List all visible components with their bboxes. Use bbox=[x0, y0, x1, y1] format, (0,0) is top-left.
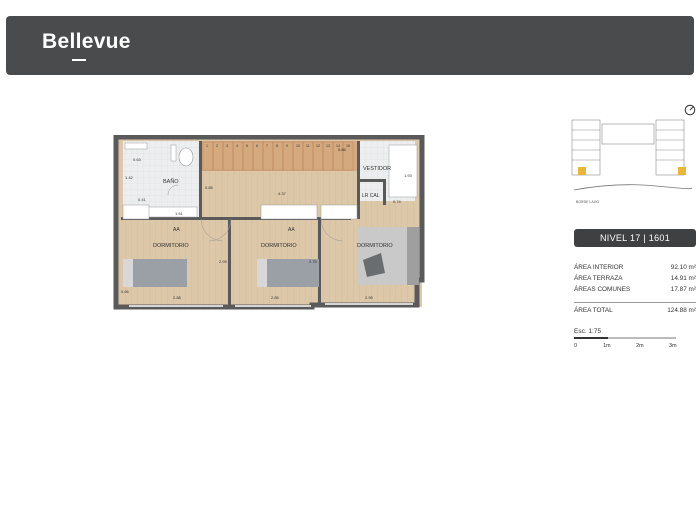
dim-d13: 0.66 bbox=[121, 289, 130, 294]
stair-step-number: 6 bbox=[256, 144, 258, 148]
stair-step-number: 10 bbox=[296, 144, 300, 148]
dim-d10: 2.88 bbox=[173, 295, 182, 300]
dim-d1: 0.63 bbox=[133, 157, 142, 162]
dim-d8: 1.93 bbox=[404, 173, 413, 178]
area-row: ÁREA INTERIOR 92.10 m² bbox=[574, 262, 696, 273]
dim-d15: 2.75 bbox=[309, 259, 318, 264]
label-vestibule: VESTIDOR bbox=[363, 166, 391, 172]
area-row: ÁREA TERRAZA 14.91 m² bbox=[574, 273, 696, 284]
dim-d14: 2.99 bbox=[219, 259, 228, 264]
bed-1 bbox=[123, 259, 187, 287]
label-ac-1: AA bbox=[173, 227, 180, 233]
scale-bar: Esc. 1:75 0 1m 2m 3m bbox=[574, 328, 696, 351]
stair-step-number: 13 bbox=[326, 144, 330, 148]
dim-d4: 1.51 bbox=[175, 211, 184, 216]
scale-tick: 2m bbox=[636, 343, 644, 349]
stair-step-number: 9 bbox=[286, 144, 288, 148]
total-label: ÁREA TOTAL bbox=[574, 307, 613, 314]
stair-step-number: 3 bbox=[226, 144, 228, 148]
dim-d6: 4.37 bbox=[278, 191, 287, 196]
areas-table: ÁREA INTERIOR 92.10 m² ÁREA TERRAZA 14.9… bbox=[574, 262, 696, 316]
label-bed-1: DORMITORIO bbox=[153, 243, 189, 249]
area-value: 17.87 m² bbox=[670, 286, 696, 293]
total-value: 124.88 m² bbox=[667, 307, 696, 314]
bed-3 bbox=[357, 227, 419, 285]
key-plan-unit-highlight-right bbox=[678, 167, 686, 175]
dim-d12: 2.95 bbox=[365, 295, 374, 300]
label-utility: LR CAL bbox=[362, 193, 380, 199]
stair-step-number: 12 bbox=[316, 144, 320, 148]
stair-step-number: 7 bbox=[266, 144, 268, 148]
stair-step-number: 15 bbox=[346, 144, 350, 148]
stair-step-number: 11 bbox=[306, 144, 310, 148]
floor-plan: 1 2 3 4 5 6 7 8 9 10 11 12 13 14 15 BAÑO VESTIDOR LR C… bbox=[113, 135, 425, 310]
area-total-row: ÁREA TOTAL 124.88 m² bbox=[574, 302, 696, 316]
staircase: 1 2 3 4 5 6 7 8 9 10 11 12 13 14 15 bbox=[201, 141, 359, 171]
label-bath: BAÑO bbox=[163, 178, 179, 185]
stair-step-number: 4 bbox=[236, 144, 238, 148]
area-label: ÁREAS COMUNES bbox=[574, 286, 631, 293]
dim-d5: 0.85 bbox=[205, 185, 214, 190]
area-value: 14.91 m² bbox=[670, 275, 696, 282]
label-bed-3: DORMITORIO bbox=[357, 243, 393, 249]
label-ac-2: AA bbox=[288, 227, 295, 233]
label-bed-2: DORMITORIO bbox=[261, 243, 297, 249]
key-plan-unit-highlight-left bbox=[578, 167, 586, 175]
dim-d7: 0.86 bbox=[338, 147, 347, 152]
brand-logo: Bellevue bbox=[42, 30, 131, 53]
scale-ticks: 0 1m 2m 3m bbox=[574, 343, 696, 351]
scale-tick: 1m bbox=[603, 343, 611, 349]
key-plan: BORDE LAGO bbox=[571, 119, 692, 204]
scale-tick: 3m bbox=[669, 343, 677, 349]
area-label: ÁREA TERRAZA bbox=[574, 275, 623, 282]
area-label: ÁREA INTERIOR bbox=[574, 264, 624, 271]
stair-step-number: 8 bbox=[276, 144, 278, 148]
stair-step-number: 5 bbox=[246, 144, 248, 148]
dim-d2: 1.42 bbox=[125, 175, 134, 180]
header-bar: Bellevue bbox=[6, 16, 694, 75]
area-value: 92.10 m² bbox=[670, 264, 696, 271]
scale-tick: 0 bbox=[574, 343, 578, 349]
scale-label: Esc. 1:75 bbox=[574, 328, 602, 335]
key-plan-caption: BORDE LAGO bbox=[576, 200, 599, 204]
brand-underline bbox=[72, 59, 86, 61]
dim-d3: 0.41 bbox=[138, 197, 147, 202]
dim-d9: 0.74 bbox=[393, 199, 402, 204]
area-row: ÁREAS COMUNES 17.87 m² bbox=[574, 284, 696, 295]
stair-step-number: 1 bbox=[206, 144, 208, 148]
level-badge: NIVEL 17 | 1601 bbox=[574, 229, 696, 247]
stair-step-number: 2 bbox=[216, 144, 218, 148]
dim-d11: 2.85 bbox=[271, 295, 280, 300]
